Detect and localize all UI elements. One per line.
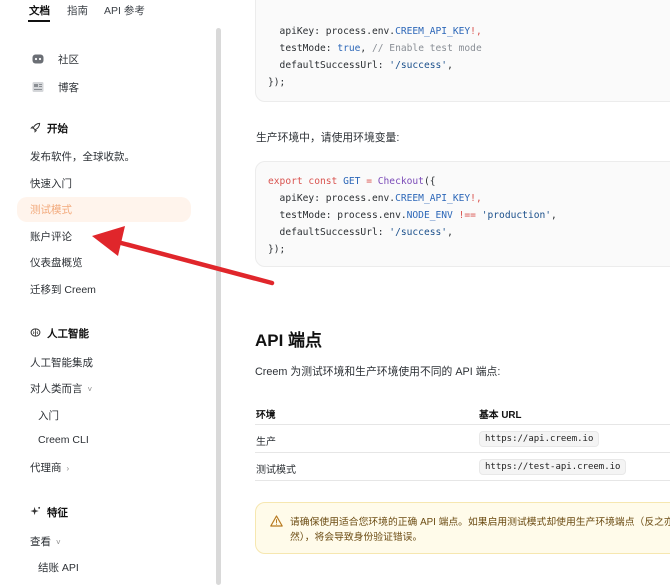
table-cell-url-production: https://api.creem.io	[479, 431, 600, 447]
sidebar-item-for-humans-label: 对人类而言	[30, 383, 83, 395]
discord-icon	[32, 54, 44, 64]
sidebar-item-creem-cli[interactable]: Creem CLI	[38, 434, 89, 446]
sidebar: 社区 博客 开始 发布软件，全球收款。 快速入门 测试模式 账户评论 仪表盘概览…	[0, 22, 222, 585]
sidebar-item-for-humans[interactable]: 对人类而言 ˅	[30, 381, 92, 396]
sidebar-item-migrate[interactable]: 迁移到 Creem	[30, 282, 96, 297]
section-start-label: 开始	[47, 123, 68, 135]
table-cell-url-test: https://test-api.creem.io	[479, 459, 627, 475]
section-ai-label: 人工智能	[47, 328, 89, 340]
production-paragraph: 生产环境中，请使用环境变量:	[256, 132, 400, 144]
chevron-down-icon: ˅	[56, 538, 61, 547]
section-ai: 人工智能	[30, 326, 89, 341]
section-start: 开始	[30, 121, 68, 136]
sparkle-icon	[30, 506, 41, 516]
table-header-environment: 环境	[256, 410, 276, 421]
table-cell-env-production: 生产	[256, 437, 276, 448]
table-header-base-url: 基本 URL	[479, 410, 522, 421]
code-line: testMode: true, // Enable test mode	[268, 43, 482, 54]
sidebar-item-blog[interactable]: 博客	[58, 80, 79, 95]
sidebar-item-view[interactable]: 查看 ˅	[30, 534, 61, 549]
api-endpoints-heading: API 端点	[255, 331, 323, 350]
sidebar-item-agents-label: 代理商	[30, 462, 62, 474]
table-divider	[255, 452, 670, 453]
warning-triangle-icon	[270, 515, 283, 527]
api-endpoints-paragraph: Creem 为测试环境和生产环境使用不同的 API 端点:	[255, 366, 501, 378]
newspaper-icon	[32, 82, 44, 92]
code-line: });	[268, 77, 286, 88]
sidebar-item-agents[interactable]: 代理商 ›	[30, 460, 69, 475]
chevron-down-icon: ˅	[87, 385, 93, 394]
sidebar-item-quickstart[interactable]: 快速入门	[30, 176, 72, 191]
chevron-right-icon: ›	[66, 464, 70, 473]
table-cell-env-test: 测试模式	[256, 465, 296, 476]
code-block-production: export const GET = Checkout({ apiKey: pr…	[255, 161, 670, 267]
sidebar-item-community[interactable]: 社区	[58, 52, 79, 67]
main-content: apiKey: process.env.CREEM_API_KEY!, test…	[222, 0, 670, 585]
sidebar-item-dashboard-overview[interactable]: 仪表盘概览	[30, 255, 83, 270]
code-line: apiKey: process.env.CREEM_API_KEY!,	[268, 193, 482, 204]
tab-api-reference[interactable]: API 参考	[104, 3, 145, 18]
code-line: export const GET = Checkout({	[268, 176, 436, 187]
code-line: apiKey: process.env.CREEM_API_KEY!,	[268, 26, 482, 37]
sidebar-item-ai-integration[interactable]: 人工智能集成	[30, 355, 93, 370]
warning-callout: 请确保使用适合您环境的正确 API 端点。如果启用测试模式却使用生产环境端点（反…	[255, 502, 670, 554]
brain-icon	[30, 328, 41, 337]
code-line: defaultSuccessUrl: '/success',	[268, 227, 453, 238]
sidebar-item-account-review[interactable]: 账户评论	[30, 229, 72, 244]
code-line: testMode: process.env.NODE_ENV !== 'prod…	[268, 210, 557, 221]
sidebar-item-getting-started[interactable]: 入门	[38, 408, 59, 423]
sidebar-item-test-mode[interactable]: 测试模式	[30, 202, 72, 217]
sidebar-scrollbar[interactable]	[216, 28, 221, 585]
section-features-label: 特征	[47, 507, 68, 519]
table-divider	[255, 480, 670, 481]
sidebar-item-view-label: 查看	[30, 536, 51, 548]
warning-text: 请确保使用适合您环境的正确 API 端点。如果启用测试模式却使用生产环境端点（反…	[290, 517, 670, 543]
tab-docs[interactable]: 文档	[29, 3, 50, 18]
sidebar-item-launch[interactable]: 发布软件，全球收款。	[30, 149, 135, 164]
tab-guides[interactable]: 指南	[67, 3, 88, 18]
table-divider	[255, 424, 670, 425]
code-line: defaultSuccessUrl: '/success',	[268, 60, 453, 71]
code-block-test-mode: apiKey: process.env.CREEM_API_KEY!, test…	[255, 0, 670, 102]
sidebar-item-checkout-api[interactable]: 结账 API	[38, 560, 79, 575]
rocket-icon	[30, 122, 41, 133]
code-line: });	[268, 244, 286, 255]
section-features: 特征	[30, 505, 68, 520]
